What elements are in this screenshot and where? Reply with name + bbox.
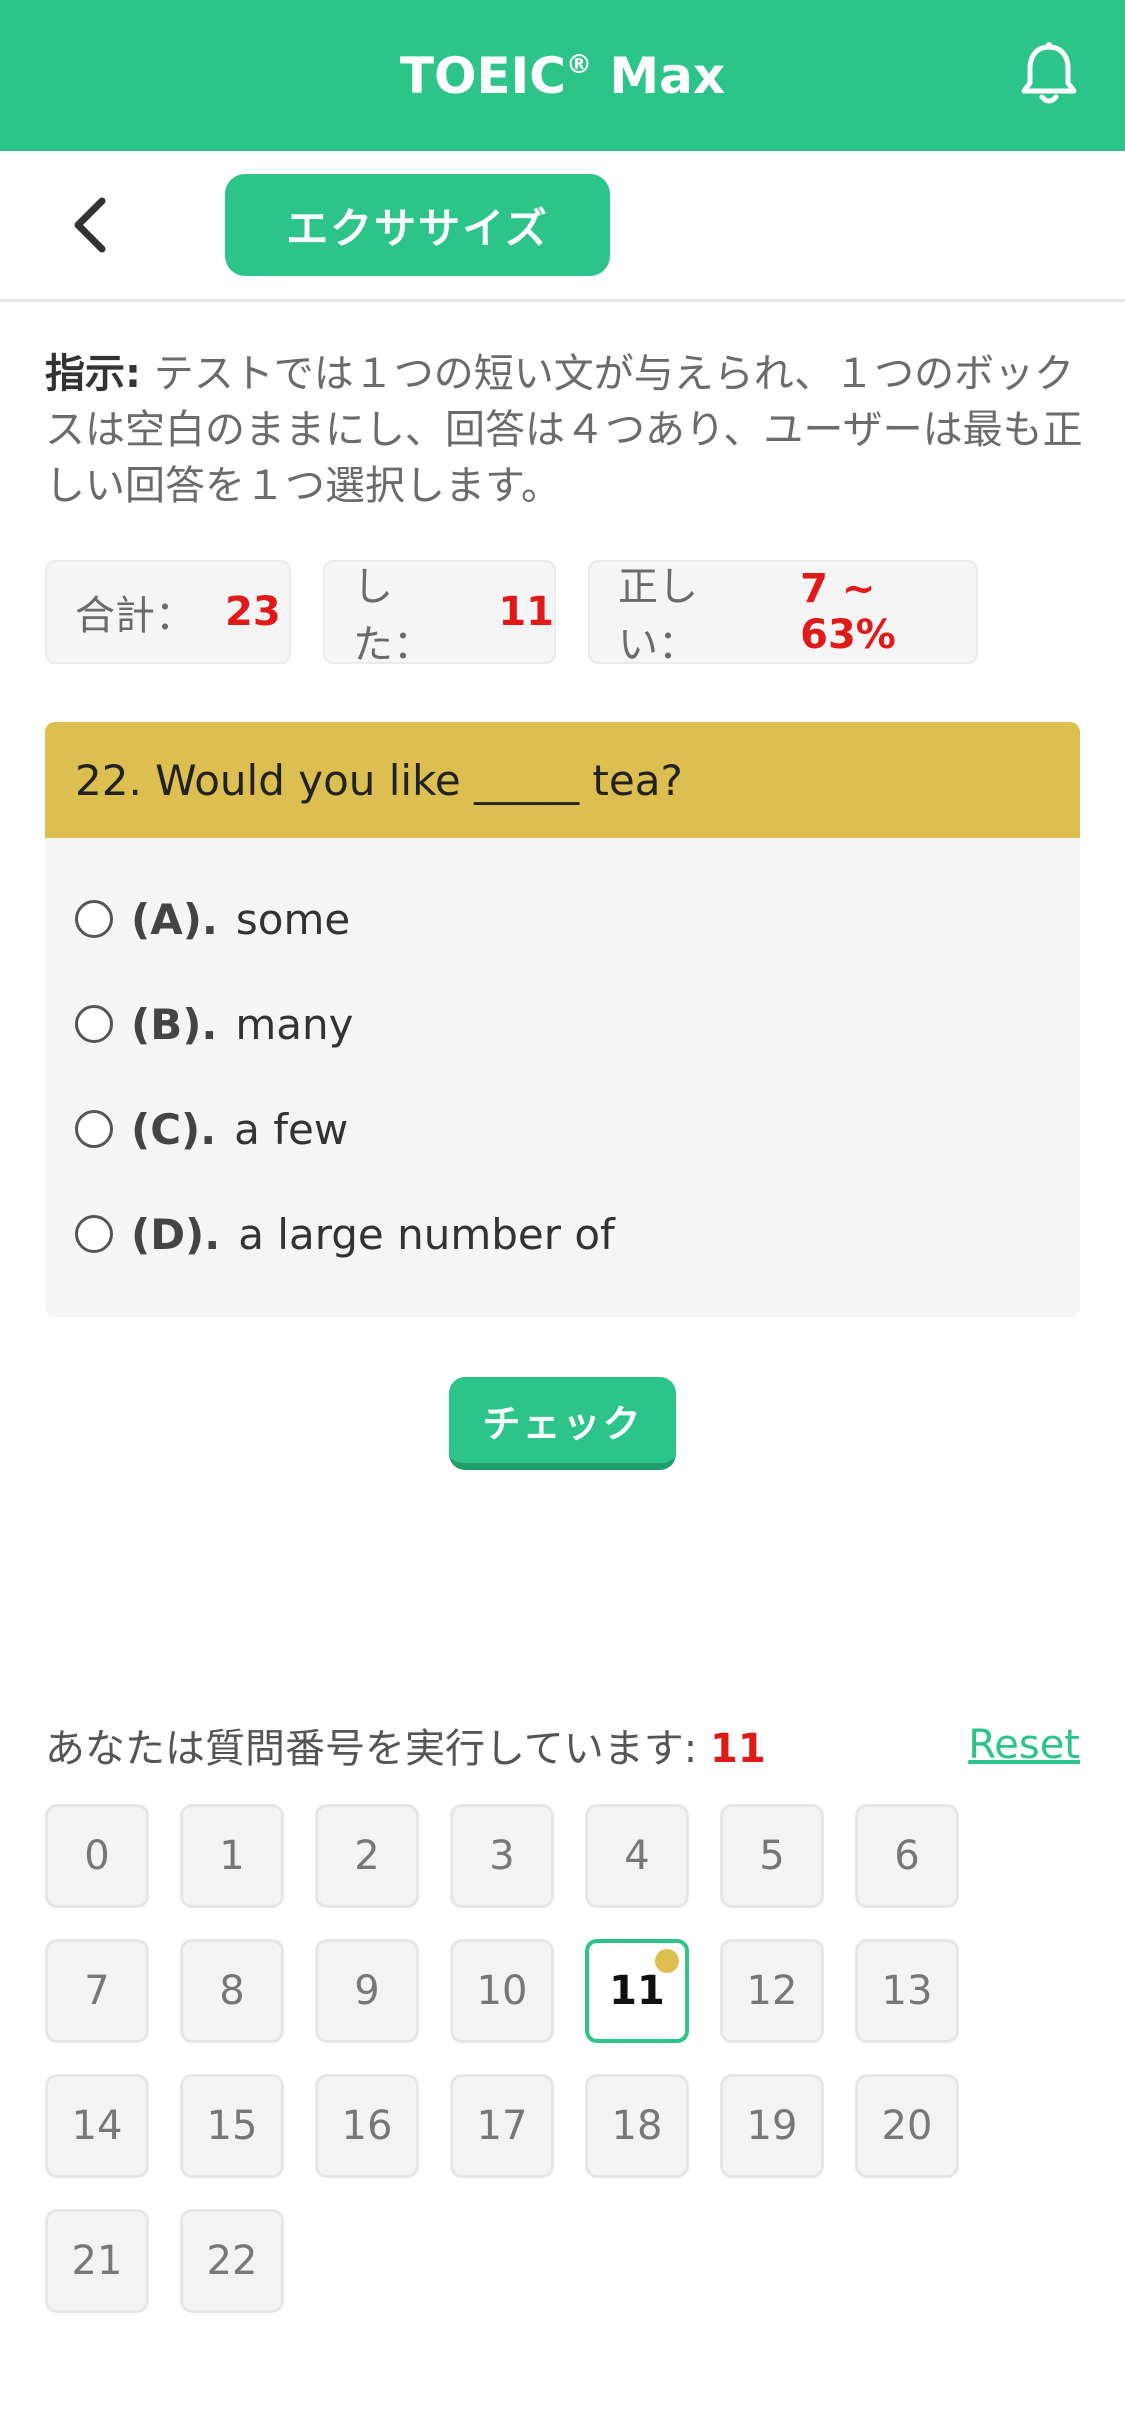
question-number-label: 9	[354, 1968, 380, 2014]
question-number-label: 21	[71, 2238, 123, 2284]
question-number-label: 16	[341, 2103, 393, 2149]
stat-total-value: 23	[225, 589, 281, 635]
question-number-button[interactable]: 17	[450, 2074, 554, 2178]
question-number-label: 4	[624, 1833, 650, 1879]
question-number-button[interactable]: 6	[855, 1804, 959, 1908]
question-text: 22. Would you like _____ tea?	[45, 722, 1080, 838]
question-number-button[interactable]: 22	[180, 2209, 284, 2313]
check-button[interactable]: チェック	[449, 1377, 676, 1470]
question-number-label: 18	[611, 2103, 663, 2149]
radio-button[interactable]	[75, 1110, 113, 1148]
question-number-label: 8	[219, 1968, 245, 2014]
option-letter: (B).	[131, 999, 218, 1049]
question-number-label: 17	[476, 2103, 528, 2149]
option-b[interactable]: (B). many	[75, 989, 353, 1059]
app-title-text: TOEIC	[399, 46, 566, 105]
option-letter: (C).	[131, 1104, 217, 1154]
stat-done-value: 11	[498, 589, 554, 635]
option-letter: (D).	[131, 1209, 221, 1259]
radio-button[interactable]	[75, 1005, 113, 1043]
stat-total: 合計： 23	[45, 560, 291, 664]
exercise-button[interactable]: エクササイズ	[225, 174, 610, 276]
option-text: many	[235, 999, 354, 1049]
question-number-button[interactable]: 7	[45, 1939, 149, 2043]
question-number-label: 14	[71, 2103, 123, 2149]
question-grid: 0 1 2 3 4 5 6 7 8 9 10 11 12 13 14 15 16 17 18 19 20 21 22	[45, 1804, 1085, 2314]
question-number-label: 1	[219, 1833, 245, 1879]
question-number-label: 12	[746, 1968, 798, 2014]
app-title: TOEIC® Max	[400, 47, 725, 105]
chevron-left-icon	[74, 197, 106, 253]
question-number-button[interactable]: 15	[180, 2074, 284, 2178]
instruction-label: 指示:	[45, 351, 141, 397]
option-c[interactable]: (C). a few	[75, 1094, 348, 1164]
question-number-button[interactable]: 0	[45, 1804, 149, 1908]
question-number-button[interactable]: 11	[585, 1939, 689, 2043]
question-number-label: 11	[609, 1968, 665, 2014]
question-number-label: 7	[84, 1968, 110, 2014]
question-number-label: 0	[84, 1833, 110, 1879]
app-title-suffix: Max	[591, 46, 726, 105]
option-d[interactable]: (D). a large number of	[75, 1199, 615, 1269]
sub-header: エクササイズ	[0, 151, 1125, 302]
registered-mark: ®	[565, 49, 592, 80]
question-number-button[interactable]: 20	[855, 2074, 959, 2178]
option-text: a large number of	[238, 1209, 615, 1259]
question-number-label: 20	[881, 2103, 933, 2149]
question-number-label: 5	[759, 1833, 785, 1879]
instruction-text: 指示: テストでは１つの短い文が与えられ、１つのボックスは空白のままにし、回答は…	[45, 346, 1085, 514]
question-number-label: 2	[354, 1833, 380, 1879]
question-number-label: 3	[489, 1833, 515, 1879]
question-number-label: 6	[894, 1833, 920, 1879]
radio-button[interactable]	[75, 1215, 113, 1253]
option-text: a few	[234, 1104, 349, 1154]
app-header: TOEIC® Max	[0, 0, 1125, 151]
stat-done: した： 11	[323, 560, 556, 668]
question-number-button[interactable]: 12	[720, 1939, 824, 2043]
option-a[interactable]: (A). some	[75, 884, 350, 954]
question-number-button[interactable]: 4	[585, 1804, 689, 1908]
question-number-button[interactable]: 10	[450, 1939, 554, 2043]
stat-correct-label: 正しい：	[618, 564, 698, 668]
current-question-number: 11	[710, 1726, 766, 1772]
stat-done-label: した：	[353, 564, 433, 668]
question-number-label: 13	[881, 1968, 933, 2014]
stat-total-label: 合計：	[75, 593, 195, 639]
stat-correct: 正しい： 7 ~ 63%	[588, 560, 978, 668]
question-number-button[interactable]: 13	[855, 1939, 959, 2043]
back-button[interactable]	[60, 195, 120, 255]
question-number-button[interactable]: 9	[315, 1939, 419, 2043]
question-number-button[interactable]: 8	[180, 1939, 284, 2043]
progress-row: あなたは質問番号を実行しています: 11 Reset	[45, 1710, 1080, 1780]
question-number-button[interactable]: 2	[315, 1804, 419, 1908]
question-number-button[interactable]: 14	[45, 2074, 149, 2178]
progress-text: あなたは質問番号を実行しています: 11	[45, 1716, 766, 1774]
app-root: TOEIC® Max エクササイズ 指示: テストでは１つの短い文が与えられ、１…	[0, 0, 1125, 2436]
stat-correct-value: 7 ~ 63%	[800, 566, 896, 658]
question-number-label: 15	[206, 2103, 258, 2149]
question-number-label: 19	[746, 2103, 798, 2149]
option-letter: (A).	[131, 894, 218, 944]
question-number-button[interactable]: 1	[180, 1804, 284, 1908]
question-number-button[interactable]: 21	[45, 2209, 149, 2313]
radio-button[interactable]	[75, 900, 113, 938]
question-number-label: 22	[206, 2238, 258, 2284]
question-number-label: 10	[476, 1968, 528, 2014]
question-number-button[interactable]: 19	[720, 2074, 824, 2178]
option-text: some	[235, 894, 351, 944]
question-number-button[interactable]: 18	[585, 2074, 689, 2178]
reset-link[interactable]: Reset	[968, 1722, 1080, 1768]
question-number-button[interactable]: 3	[450, 1804, 554, 1908]
notifications-button[interactable]	[1013, 38, 1085, 114]
progress-label: あなたは質問番号を実行しています:	[45, 1726, 710, 1772]
question-number-button[interactable]: 16	[315, 2074, 419, 2178]
question-card: 22. Would you like _____ tea? (A). some …	[45, 722, 1080, 1317]
bell-icon	[1021, 42, 1077, 104]
current-indicator-dot	[655, 1949, 679, 1973]
instruction-body: テストでは１つの短い文が与えられ、１つのボックスは空白のままにし、回答は４つあり…	[45, 351, 1083, 509]
question-number-button[interactable]: 5	[720, 1804, 824, 1908]
